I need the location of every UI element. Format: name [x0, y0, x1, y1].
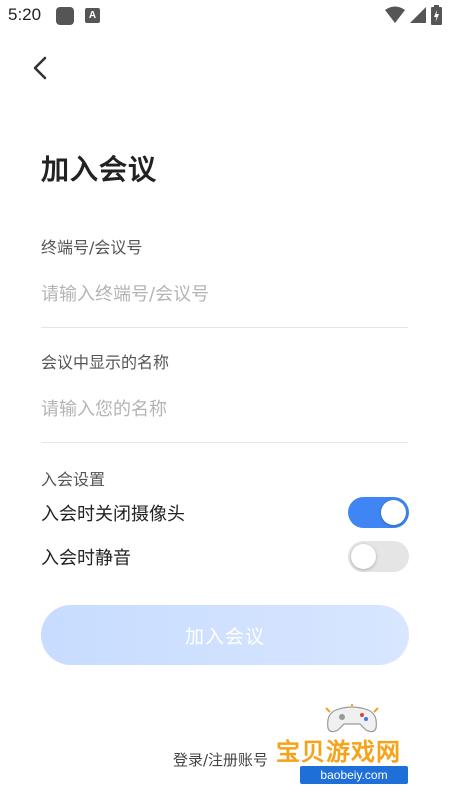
watermark-url: baobeiy.com: [300, 766, 408, 784]
battery-icon: [431, 5, 442, 25]
toggle-knob: [381, 500, 406, 525]
app-a-icon: A: [85, 8, 100, 23]
watermark-logo: 宝贝游戏网 baobeiy.com: [276, 704, 450, 796]
display-name-label: 会议中显示的名称: [41, 353, 170, 372]
wifi-icon: [385, 6, 405, 23]
watermark-text: 宝贝游戏网: [276, 738, 401, 766]
display-name-input[interactable]: [41, 389, 408, 429]
app-notification-icon: [56, 7, 74, 25]
mute-label: 入会时静音: [41, 548, 131, 569]
mute-toggle[interactable]: [348, 541, 409, 572]
signal-icon: [410, 7, 426, 23]
join-meeting-button[interactable]: 加入会议: [41, 605, 409, 665]
chevron-left-icon: [33, 56, 47, 80]
back-button[interactable]: [26, 50, 56, 86]
meeting-id-input[interactable]: [41, 274, 408, 314]
gamepad-icon: [325, 704, 379, 733]
login-register-link[interactable]: 登录/注册账号: [173, 749, 268, 770]
page-title: 加入会议: [41, 153, 158, 186]
display-name-divider: [41, 442, 408, 443]
status-bar: 5:20 A: [0, 0, 450, 32]
camera-off-label: 入会时关闭摄像头: [41, 504, 185, 525]
meeting-id-label: 终端号/会议号: [41, 238, 143, 257]
toggle-knob: [351, 544, 376, 569]
meeting-id-divider: [41, 327, 408, 328]
status-time: 5:20: [8, 5, 42, 24]
camera-off-toggle[interactable]: [348, 497, 409, 528]
join-settings-label: 入会设置: [41, 470, 106, 489]
